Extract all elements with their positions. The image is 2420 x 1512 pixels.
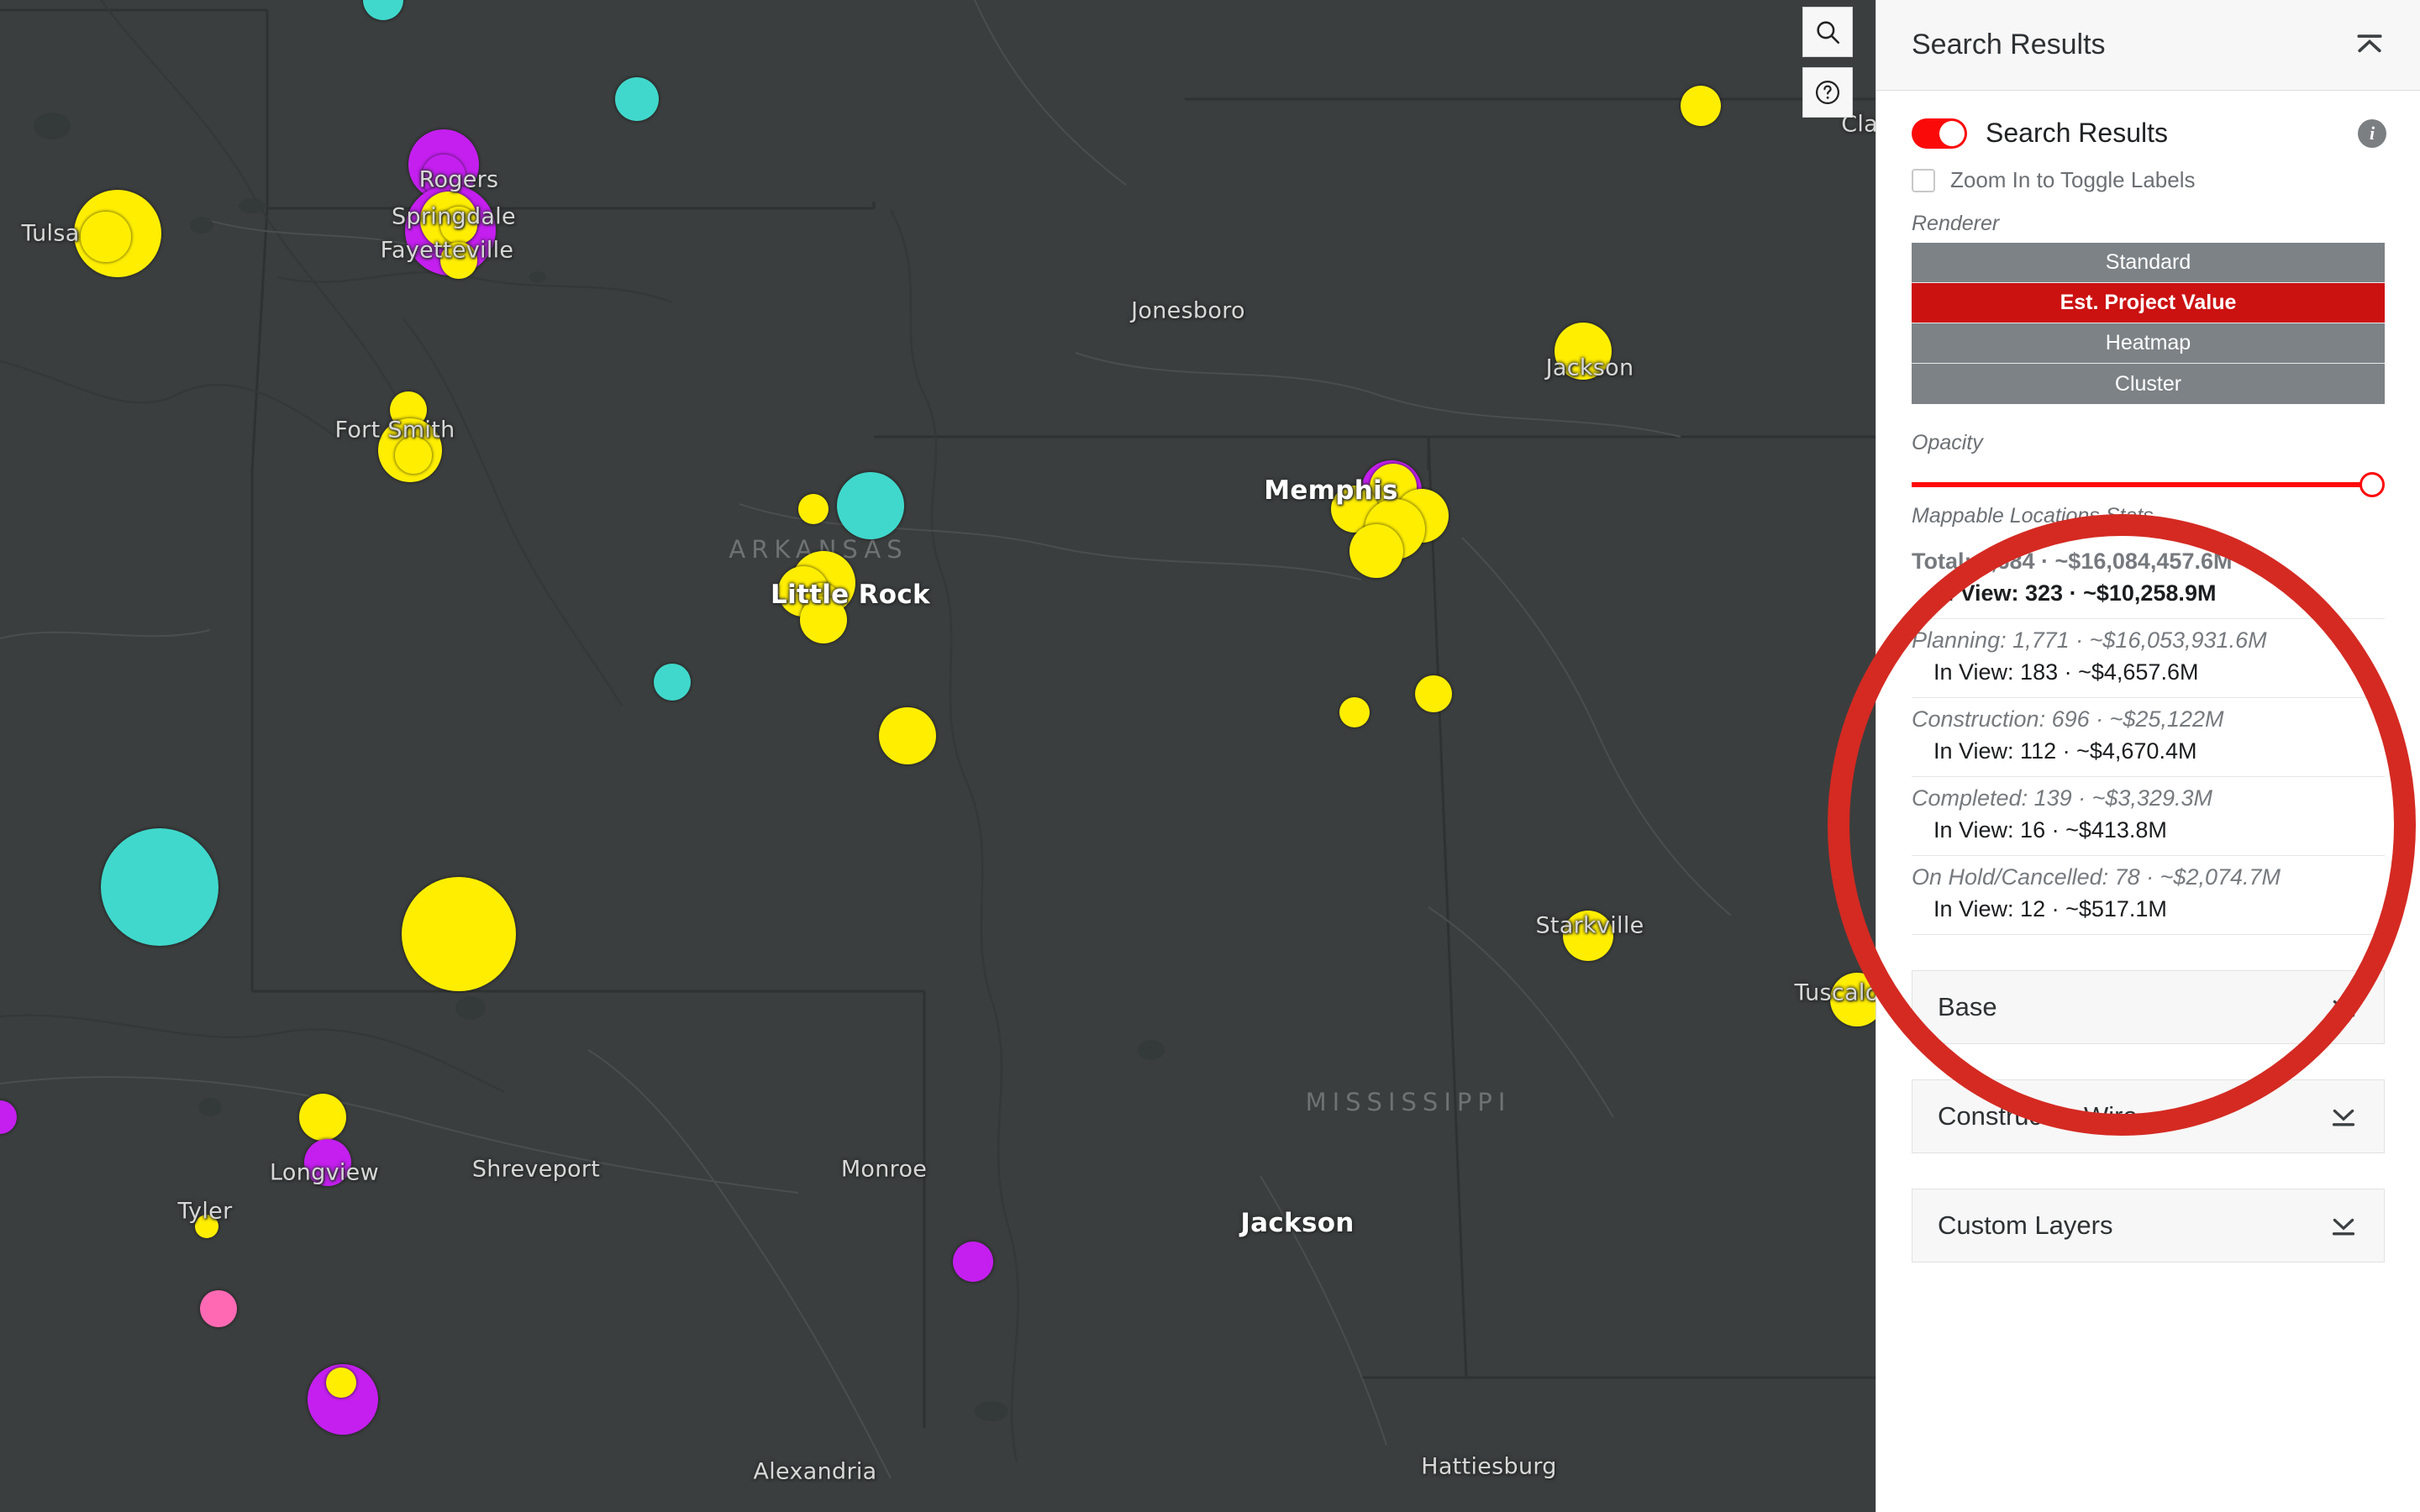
stat-group-on-hold-cancelled: On Hold/Cancelled: 78 · ~$2,074.7M In Vi… bbox=[1912, 856, 2385, 935]
map-marker[interactable] bbox=[1415, 675, 1452, 712]
stat-total-in-view: In View: 323 · ~$10,258.9M bbox=[1933, 580, 2217, 606]
renderer-option-standard[interactable]: Standard bbox=[1912, 243, 2385, 283]
renderer-options: Standard Est. Project Value Heatmap Clus… bbox=[1876, 243, 2420, 404]
map-marker[interactable] bbox=[395, 437, 432, 474]
map-marker[interactable] bbox=[195, 1215, 218, 1238]
map-marker[interactable] bbox=[800, 596, 847, 643]
stat-planning-in-view: In View: 183 · ~$4,657.6M bbox=[1933, 659, 2199, 685]
search-results-layer-row: Search Results i bbox=[1876, 91, 2420, 149]
stat-completed-head: Completed: 139 · ~$3,329.3M bbox=[1912, 785, 2212, 811]
collapse-up-icon[interactable] bbox=[2351, 29, 2388, 62]
search-results-toggle[interactable] bbox=[1912, 118, 1967, 149]
map-marker[interactable] bbox=[837, 472, 904, 539]
map-marker[interactable] bbox=[1349, 524, 1403, 578]
map-marker[interactable] bbox=[440, 242, 477, 279]
opacity-label: Opacity bbox=[1912, 431, 1983, 454]
stat-planning-head: Planning: 1,771 · ~$16,053,931.6M bbox=[1912, 627, 2267, 653]
stat-construction-in-view: In View: 112 · ~$4,670.4M bbox=[1933, 738, 2197, 764]
zoom-labels-label: Zoom In to Toggle Labels bbox=[1950, 167, 2196, 192]
stats-title: Mappable Locations Stats bbox=[1912, 504, 2154, 528]
accordion-custom-layers[interactable]: Custom Layers bbox=[1912, 1189, 2385, 1263]
map-marker[interactable] bbox=[1555, 323, 1612, 380]
map-marker[interactable] bbox=[1681, 86, 1721, 126]
search-button[interactable] bbox=[1802, 7, 1853, 57]
stat-group-completed: Completed: 139 · ~$3,329.3M In View: 16 … bbox=[1912, 777, 2385, 856]
map-marker[interactable] bbox=[101, 828, 218, 946]
stat-group-total: Total: 2,684 · ~$16,084,457.6M In View: … bbox=[1912, 540, 2385, 619]
zoom-labels-checkbox[interactable] bbox=[1912, 168, 1935, 192]
renderer-section-label: Renderer bbox=[1912, 212, 2000, 235]
map-marker[interactable] bbox=[953, 1242, 993, 1282]
toggle-knob bbox=[1939, 120, 1965, 146]
map-marker[interactable] bbox=[81, 212, 131, 262]
stat-construction-head: Construction: 696 · ~$25,122M bbox=[1912, 706, 2224, 732]
info-icon[interactable]: i bbox=[2358, 118, 2386, 148]
map-canvas[interactable]: ARKANSAS MISSISSIPPI ALA TulsaRogersSpri… bbox=[0, 0, 1876, 1512]
mappable-locations-stats: Mappable Locations Stats Total: 2,684 · … bbox=[1876, 504, 2420, 935]
page-title: Search Results bbox=[1912, 29, 2106, 60]
map-marker[interactable] bbox=[402, 877, 516, 991]
stat-on-hold-in-view: In View: 12 · ~$517.1M bbox=[1933, 896, 2167, 921]
map-marker[interactable] bbox=[879, 707, 936, 764]
accordion-base-label: Base bbox=[1938, 992, 1997, 1021]
opacity-control: Opacity bbox=[1876, 404, 2420, 504]
stat-total-head: Total: 2,684 · ~$16,084,457.6M bbox=[1912, 549, 2233, 574]
map-marker[interactable] bbox=[200, 1290, 237, 1327]
stat-group-construction: Construction: 696 · ~$25,122M In View: 1… bbox=[1912, 698, 2385, 777]
question-mark-icon bbox=[1812, 77, 1843, 108]
help-button[interactable] bbox=[1802, 67, 1853, 118]
slider-track bbox=[1912, 482, 2370, 487]
map-marker[interactable] bbox=[1563, 911, 1613, 961]
accordion-custom-layers-label: Custom Layers bbox=[1938, 1210, 2113, 1240]
map-marker[interactable] bbox=[440, 207, 477, 244]
map-geometry bbox=[0, 0, 1876, 1479]
stat-completed-in-view: In View: 16 · ~$413.8M bbox=[1933, 817, 2167, 843]
stat-on-hold-head: On Hold/Cancelled: 78 · ~$2,074.7M bbox=[1912, 864, 2281, 890]
search-results-toggle-label: Search Results bbox=[1986, 118, 2168, 148]
accordion-constructionwire[interactable]: ConstructionWire bbox=[1912, 1079, 2385, 1153]
stat-group-planning: Planning: 1,771 · ~$16,053,931.6M In Vie… bbox=[1912, 619, 2385, 698]
accordion-constructionwire-label: ConstructionWire bbox=[1938, 1101, 2138, 1131]
map-marker[interactable] bbox=[654, 664, 691, 701]
renderer-option-est-project-value[interactable]: Est. Project Value bbox=[1912, 283, 2385, 323]
map-marker[interactable] bbox=[304, 1139, 351, 1186]
layers-panel: Search Results Search Results i Zoom In … bbox=[1876, 0, 2420, 1512]
layer-accordions: Base ConstructionWire Custom Layers bbox=[1876, 970, 2420, 1263]
zoom-labels-row: Zoom In to Toggle Labels bbox=[1876, 149, 2420, 193]
map-application: ARKANSAS MISSISSIPPI ALA TulsaRogersSpri… bbox=[0, 0, 2420, 1512]
opacity-slider[interactable] bbox=[1912, 465, 2385, 504]
search-icon bbox=[1813, 18, 1842, 46]
chevron-down-icon bbox=[2327, 992, 2360, 1022]
map-marker[interactable] bbox=[615, 77, 659, 121]
chevron-down-icon bbox=[2327, 1101, 2360, 1131]
panel-body: Search Results i Zoom In to Toggle Label… bbox=[1876, 91, 2420, 1263]
renderer-option-heatmap[interactable]: Heatmap bbox=[1912, 323, 2385, 364]
panel-header: Search Results bbox=[1876, 0, 2420, 91]
chevron-down-icon bbox=[2327, 1210, 2360, 1241]
accordion-base[interactable]: Base bbox=[1912, 970, 2385, 1044]
map-marker[interactable] bbox=[1339, 697, 1370, 727]
map-marker[interactable] bbox=[326, 1368, 356, 1398]
renderer-option-cluster[interactable]: Cluster bbox=[1912, 364, 2385, 404]
map-marker[interactable] bbox=[798, 494, 829, 524]
slider-handle[interactable] bbox=[2360, 472, 2385, 497]
map-marker[interactable] bbox=[299, 1094, 346, 1141]
